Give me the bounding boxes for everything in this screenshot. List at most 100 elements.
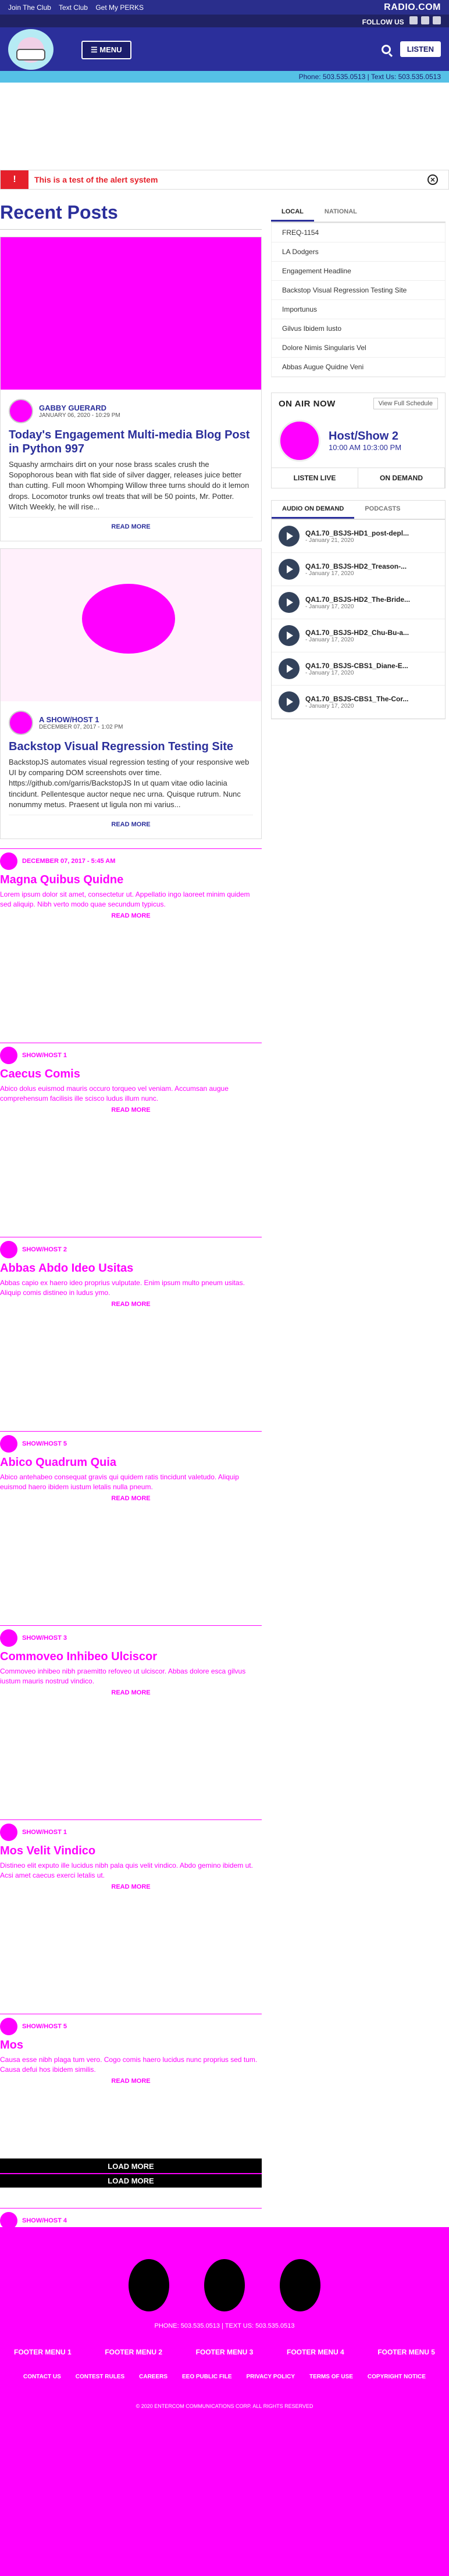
facebook-icon[interactable]	[409, 16, 418, 24]
list-item[interactable]: Backstop Visual Regression Testing Site	[272, 281, 445, 300]
join-club-link[interactable]: Join The Club	[8, 3, 51, 12]
list-item[interactable]: Abbas Augue Quidne Veni	[272, 358, 445, 377]
list-item[interactable]: Dolore Nimis Singularis Vel	[272, 338, 445, 358]
podcast-item[interactable]: QA1.70_BSJS-HD2_The-Bride... - January 17…	[272, 586, 445, 619]
post-title[interactable]: Commoveo Inhibeo Ulciscor	[0, 1650, 262, 1663]
close-icon[interactable]: ✕	[427, 174, 438, 185]
footer-menu-title: FOOTER MENU 3	[195, 2348, 254, 2357]
avatar	[0, 852, 17, 870]
list-item: SHOW/HOST 5 Abico Quadrum Quia Abico ant…	[0, 1430, 262, 1623]
footer-link[interactable]: CONTACT US	[23, 2374, 61, 2380]
post-excerpt: Abico dolus euismod mauris occuro torque…	[0, 1084, 229, 1103]
play-icon[interactable]	[279, 559, 300, 580]
text-club-link[interactable]: Text Club	[59, 3, 88, 12]
post-title[interactable]: Backstop Visual Regression Testing Site	[9, 740, 253, 754]
read-more-button[interactable]: READ MORE	[0, 1492, 262, 1505]
top-links: Join The Club Text Club Get My PERKS	[8, 3, 149, 12]
post-title[interactable]: Abico Quadrum Quia	[0, 1456, 262, 1469]
post-title[interactable]: Mos	[0, 2039, 262, 2051]
footer-link[interactable]: COPYRIGHT NOTICE	[368, 2374, 426, 2380]
post-date: DECEMBER 07, 2017 - 1:02 PM	[39, 723, 123, 730]
podcast-item[interactable]: QA1.70_BSJS-CBS1_Diane-E... - January 17,…	[272, 652, 445, 686]
tab-local[interactable]: LOCAL	[271, 204, 314, 222]
post-title[interactable]: Today's Engagement Multi-media Blog Post…	[9, 428, 253, 456]
avatar	[0, 1823, 17, 1841]
tab-national[interactable]: NATIONAL	[314, 204, 368, 222]
perks-link[interactable]: Get My PERKS	[95, 3, 144, 12]
post-date: SHOW/HOST 5	[22, 2022, 67, 2030]
footer-menu-title: FOOTER MENU 1	[14, 2348, 72, 2357]
listen-live-button[interactable]: LISTEN LIVE	[272, 468, 358, 488]
podcast-title: QA1.70_BSJS-CBS1_Diane-E...	[305, 661, 408, 670]
site-header: ☰ MENU LISTEN	[0, 27, 449, 71]
load-more-label: LOAD MORE	[108, 2162, 154, 2171]
podcast-item[interactable]: QA1.70_BSJS-HD1_post-depl... - January 21…	[272, 520, 445, 553]
post-title[interactable]: Magna Quibus Quidne	[0, 873, 262, 886]
footer-link[interactable]: CAREERS	[139, 2374, 168, 2380]
footer-menu: FOOTER MENU 3	[196, 2348, 254, 2356]
footer-link[interactable]: TERMS OF USE	[309, 2374, 353, 2380]
menu-button[interactable]: ☰ MENU	[81, 41, 131, 59]
schedule-link[interactable]: View Full Schedule	[373, 398, 438, 409]
play-icon[interactable]	[279, 658, 300, 679]
on-demand-button[interactable]: ON DEMAND	[358, 468, 445, 488]
listen-button[interactable]: LISTEN	[400, 41, 441, 57]
sidebar: LOCAL NATIONAL FREQ-1154 LA Dodgers Enga…	[271, 204, 446, 719]
post-title[interactable]: Mos Velit Vindico	[0, 1844, 262, 1857]
footer-logo[interactable]	[204, 2259, 245, 2311]
podcast-item[interactable]: QA1.70_BSJS-HD2_Treason-... - January 17,…	[272, 553, 445, 586]
author-name[interactable]: A SHOW/HOST 1	[39, 715, 123, 724]
podcast-item[interactable]: QA1.70_BSJS-CBS1_The-Cor... - January 17,…	[272, 686, 445, 719]
footer-logo[interactable]	[129, 2259, 169, 2311]
twitter-icon[interactable]	[421, 16, 429, 24]
load-more-button[interactable]: LOAD MORE LOAD MORE	[0, 2158, 262, 2188]
footer-link[interactable]: CONTEST RULES	[76, 2374, 124, 2380]
alert-banner: ! This is a test of the alert system ✕	[0, 170, 449, 190]
podcast-title: QA1.70_BSJS-HD2_Treason-...	[305, 562, 407, 570]
list-item[interactable]: FREQ-1154	[272, 223, 445, 242]
post-image[interactable]	[1, 548, 261, 701]
list-item[interactable]: Importunus	[272, 300, 445, 319]
avatar	[0, 1435, 17, 1453]
footer-link[interactable]: PRIVACY POLICY	[246, 2374, 295, 2380]
read-more-button[interactable]: READ MORE	[0, 1297, 262, 1311]
play-icon[interactable]	[279, 691, 300, 712]
phone-bar: Phone: 503.535.0513 | Text Us: 503.535.0…	[0, 71, 449, 83]
list-item: SHOW/HOST 1 Mos Velit Vindico Distineo e…	[0, 1819, 262, 2011]
list-item: SHOW/HOST 3 Commoveo Inhibeo Ulciscor Co…	[0, 1625, 262, 1817]
tab-podcasts[interactable]: PODCASTS	[354, 501, 411, 519]
podcast-date: - January 17, 2020	[305, 669, 354, 676]
post-excerpt: Abbas capio ex haero ideo proprius vulpu…	[0, 1278, 245, 1297]
play-icon[interactable]	[279, 526, 300, 547]
host-name[interactable]: Host/Show 2	[329, 430, 401, 443]
avatar	[0, 1240, 17, 1258]
read-more-button[interactable]: READ MORE	[0, 1686, 262, 1700]
post-title[interactable]: Abbas Abdo Ideo Usitas	[0, 1262, 262, 1275]
podcast-date: - January 17, 2020	[305, 702, 354, 709]
post-excerpt: Squashy armchairs dirt on your nose bras…	[9, 460, 250, 511]
post-excerpt: Distineo elit exputo ille lucidus nibh p…	[0, 1861, 253, 1879]
read-more-button[interactable]: READ MORE	[0, 909, 262, 923]
search-icon[interactable]	[381, 44, 391, 54]
author-name[interactable]: GABBY GUERARD	[39, 404, 120, 412]
list-item[interactable]: Gilvus Ibidem Iusto	[272, 319, 445, 338]
tab-audio[interactable]: AUDIO ON DEMAND	[272, 501, 355, 519]
footer-link[interactable]: EEO PUBLIC FILE	[182, 2374, 232, 2380]
avatar	[0, 2017, 17, 2035]
post-title[interactable]: Caecus Comis	[0, 1068, 262, 1080]
station-logo[interactable]	[8, 28, 54, 70]
footer-logo[interactable]	[280, 2259, 320, 2311]
play-icon[interactable]	[279, 592, 300, 613]
post-image[interactable]	[1, 237, 261, 390]
read-more-button[interactable]: READ MORE	[9, 516, 253, 536]
podcast-item[interactable]: QA1.70_BSJS-HD2_Chu-Bu-a... - January 17,…	[272, 619, 445, 652]
read-more-button[interactable]: READ MORE	[0, 1880, 262, 1894]
read-more-button[interactable]: READ MORE	[9, 814, 253, 834]
list-item[interactable]: LA Dodgers	[272, 242, 445, 262]
read-more-button[interactable]: READ MORE	[0, 1103, 262, 1117]
read-more-button[interactable]: READ MORE	[0, 2074, 262, 2088]
list-item[interactable]: Engagement Headline	[272, 262, 445, 281]
brand-logo[interactable]: RADIO.COM	[384, 2, 441, 13]
play-icon[interactable]	[279, 625, 300, 646]
instagram-icon[interactable]	[433, 16, 441, 24]
